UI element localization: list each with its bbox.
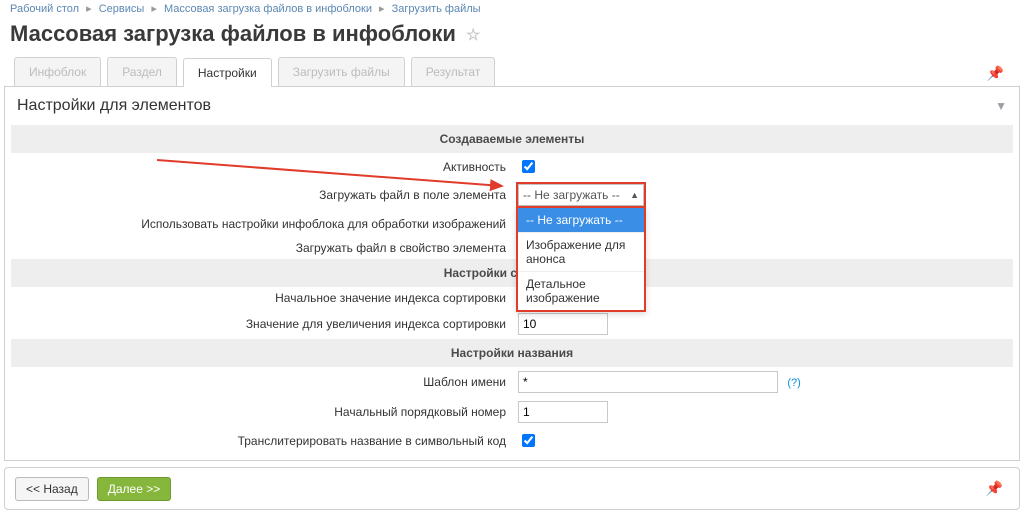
section-name-settings: Настройки названия (11, 339, 1013, 367)
label-sort-step: Значение для увеличения индекса сортиров… (11, 309, 512, 339)
label-name-start-num: Начальный порядковый номер (11, 397, 512, 427)
settings-form: Создаваемые элементы Активность Загружат… (11, 125, 1013, 454)
settings-panel: Настройки для элементов ▼ Создаваемые эл… (4, 87, 1020, 461)
label-upload-to-field: Загружать файл в поле элемента (11, 180, 512, 210)
label-name-template: Шаблон имени (11, 367, 512, 397)
label-active: Активность (11, 153, 512, 180)
tab-upload-files[interactable]: Загрузить файлы (278, 57, 405, 86)
pin-icon[interactable]: 📌 (981, 61, 1010, 86)
breadcrumb-link[interactable]: Сервисы (99, 3, 145, 15)
section-sort-settings: Настройки сортировки (11, 259, 1013, 287)
favorite-star-icon[interactable]: ☆ (466, 25, 480, 45)
breadcrumb-sep: ▸ (379, 3, 385, 15)
pin-icon[interactable]: 📌 (980, 476, 1009, 501)
input-sort-step[interactable] (518, 313, 608, 335)
checkbox-active[interactable] (522, 160, 535, 173)
tab-settings[interactable]: Настройки (183, 58, 272, 87)
breadcrumb: Рабочий стол ▸ Сервисы ▸ Массовая загруз… (0, 0, 1024, 19)
page-title: Массовая загрузка файлов в инфоблоки ☆ (10, 21, 1014, 47)
breadcrumb-sep: ▸ (151, 3, 157, 15)
chevron-up-icon: ▲ (630, 190, 639, 200)
next-button[interactable]: Далее >> (97, 477, 172, 501)
input-name-template[interactable] (518, 371, 778, 393)
tab-infoblock[interactable]: Инфоблок (14, 57, 101, 86)
select-dropdown: -- Не загружать -- Изображение для анонс… (516, 206, 646, 312)
breadcrumb-sep: ▸ (86, 3, 92, 15)
help-icon[interactable]: (?) (787, 377, 800, 389)
select-upload-to-field[interactable]: -- Не загружать -- ▲ -- Не загружать -- … (518, 184, 644, 206)
panel-title: Настройки для элементов (17, 97, 211, 115)
select-option[interactable]: -- Не загружать -- (518, 208, 644, 232)
page-title-text: Массовая загрузка файлов в инфоблоки (10, 21, 456, 46)
tab-section[interactable]: Раздел (107, 57, 177, 86)
panel-header: Настройки для элементов ▼ (11, 95, 1013, 125)
tabs: Инфоблок Раздел Настройки Загрузить файл… (4, 57, 1020, 87)
label-translit: Транслитерировать название в символьный … (11, 427, 512, 454)
label-use-iblock-settings: Использовать настройки инфоблока для обр… (11, 210, 512, 237)
breadcrumb-link[interactable]: Массовая загрузка файлов в инфоблоки (164, 3, 372, 15)
collapse-icon[interactable]: ▼ (995, 99, 1007, 113)
checkbox-translit[interactable] (522, 434, 535, 447)
select-selected-value: -- Не загружать -- (523, 188, 620, 202)
breadcrumb-link[interactable]: Рабочий стол (10, 3, 79, 15)
breadcrumb-link[interactable]: Загрузить файлы (392, 3, 481, 15)
input-name-start-num[interactable] (518, 401, 608, 423)
label-sort-start: Начальное значение индекса сортировки (11, 287, 512, 309)
select-option[interactable]: Изображение для анонса (518, 232, 644, 271)
footer-bar: << Назад Далее >> 📌 (4, 467, 1020, 510)
label-upload-to-property: Загружать файл в свойство элемента (11, 237, 512, 259)
select-option[interactable]: Детальное изображение (518, 271, 644, 310)
back-button[interactable]: << Назад (15, 477, 89, 501)
section-created-elements: Создаваемые элементы (11, 125, 1013, 153)
tab-result[interactable]: Результат (411, 57, 496, 86)
